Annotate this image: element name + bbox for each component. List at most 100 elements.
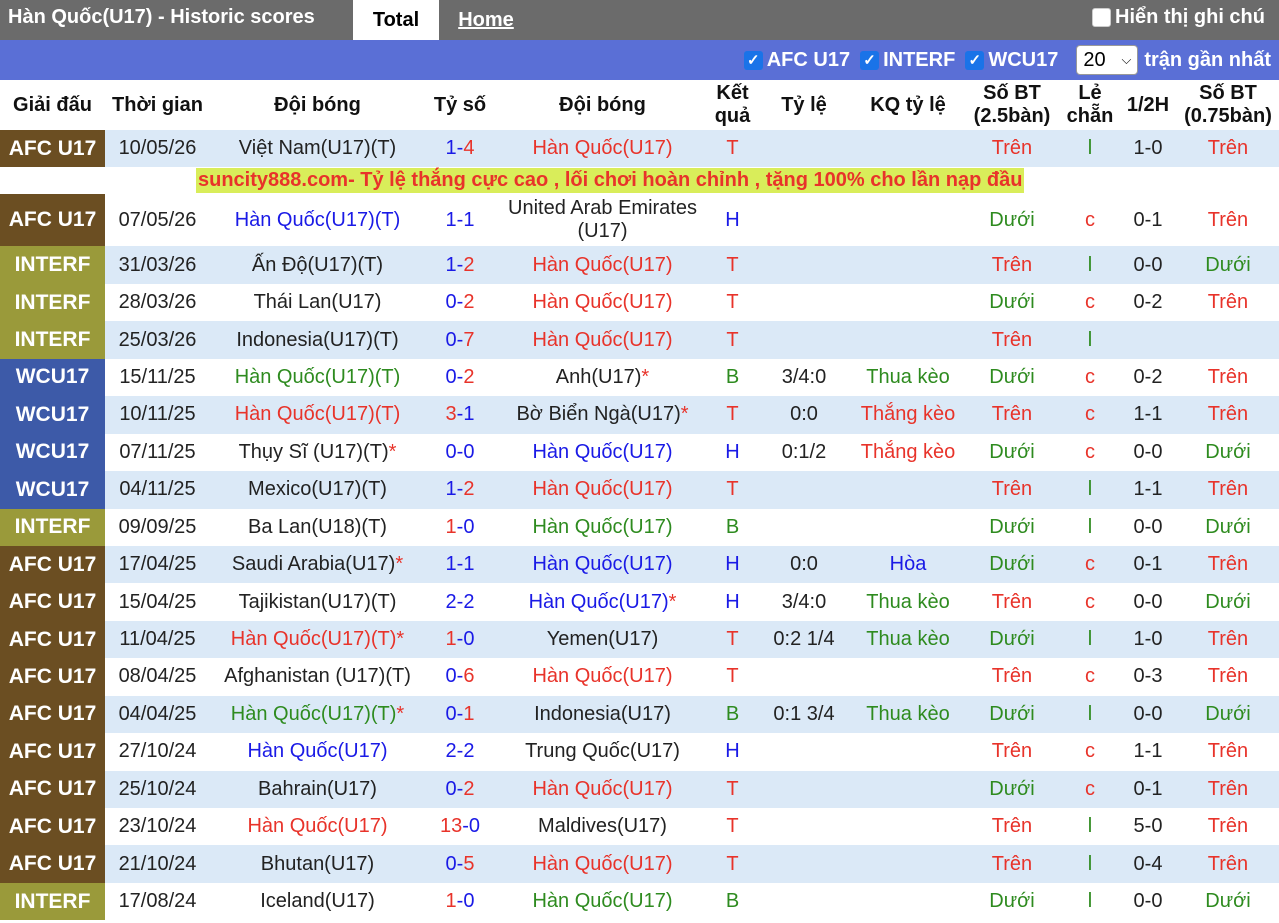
away-team[interactable]: Hàn Quốc(U17) [495,321,710,359]
home-team-name[interactable]: Hàn Quốc(U17)(T) [235,403,401,425]
league-badge[interactable]: WCU17 [0,358,105,397]
filter-afc[interactable]: ✓ AFC U17 [743,49,850,72]
home-team-name[interactable]: Hàn Quốc(U17) [247,740,387,762]
home-team-name[interactable]: Việt Nam(U17)(T) [239,137,396,159]
filter-wcu[interactable]: ✓ WCU17 [965,49,1058,72]
home-team-name[interactable]: Hàn Quốc(U17)(T) [231,628,397,650]
league-badge[interactable]: INTERF [0,882,105,921]
home-team[interactable]: Afghanistan (U17)(T) [210,658,425,696]
match-score[interactable]: 0-2 [425,770,495,808]
match-score[interactable]: 1-0 [425,508,495,546]
home-team[interactable]: Mexico(U17)(T) [210,471,425,509]
home-team-name[interactable]: Afghanistan (U17)(T) [224,665,411,687]
home-team[interactable]: Hàn Quốc(U17)(T) [210,194,425,247]
away-team-name[interactable]: Trung Quốc(U17) [525,740,680,762]
away-team-name[interactable]: Hàn Quốc(U17) [532,665,672,687]
league-badge[interactable]: AFC U17 [0,733,105,771]
away-team-name[interactable]: Hàn Quốc(U17) [532,553,672,575]
away-team-name[interactable]: Hàn Quốc(U17) [532,291,672,313]
away-team[interactable]: Hàn Quốc(U17) [495,770,710,808]
away-team-name[interactable]: Yemen(U17) [547,628,659,650]
tab-total[interactable]: Total [353,0,439,40]
match-score[interactable]: 1-1 [425,545,495,584]
league-badge[interactable]: INTERF [0,508,105,546]
league-badge[interactable]: AFC U17 [0,695,105,734]
match-score[interactable]: 2-2 [425,583,495,621]
match-score[interactable]: 0-2 [425,283,495,322]
league-badge[interactable]: AFC U17 [0,770,105,808]
away-team-name[interactable]: United Arab Emirates (U17) [508,197,697,242]
tab-home[interactable]: Home [439,0,533,40]
away-team-name[interactable]: Hàn Quốc(U17) [532,137,672,159]
home-team-name[interactable]: Bahrain(U17) [258,778,377,800]
away-team[interactable]: Hàn Quốc(U17) [495,658,710,696]
league-badge[interactable]: INTERF [0,321,105,359]
away-team[interactable]: Anh(U17)* [495,358,710,397]
home-team-name[interactable]: Tajikistan(U17)(T) [239,591,397,613]
away-team-name[interactable]: Hàn Quốc(U17) [532,478,672,500]
home-team[interactable]: Thái Lan(U17) [210,283,425,322]
match-score[interactable]: 1-4 [425,130,495,168]
match-score[interactable]: 0-7 [425,321,495,359]
checkbox-checked-icon[interactable]: ✓ [965,50,985,70]
home-team-name[interactable]: Iceland(U17) [260,890,375,912]
home-team[interactable]: Hàn Quốc(U17)(T)* [210,620,425,659]
match-score[interactable]: 1-0 [425,882,495,921]
home-team-name[interactable]: Bhutan(U17) [261,853,374,875]
home-team-name[interactable]: Indonesia(U17)(T) [236,329,398,351]
home-team-name[interactable]: Ba Lan(U18)(T) [248,516,387,538]
league-badge[interactable]: AFC U17 [0,545,105,584]
league-badge[interactable]: AFC U17 [0,130,105,168]
league-badge[interactable]: AFC U17 [0,658,105,696]
away-team[interactable]: Yemen(U17) [495,620,710,659]
home-team-name[interactable]: Thụy Sĩ (U17)(T) [239,441,389,463]
league-badge[interactable]: INTERF [0,283,105,322]
home-team-name[interactable]: Hàn Quốc(U17)(T) [235,366,401,388]
show-note-toggle[interactable]: Hiển thị ghi chú [1092,6,1265,29]
filter-interf[interactable]: ✓ INTERF [860,49,955,72]
away-team-name[interactable]: Hàn Quốc(U17) [529,591,669,613]
show-note-checkbox[interactable] [1092,8,1111,27]
league-badge[interactable]: AFC U17 [0,845,105,883]
league-badge[interactable]: AFC U17 [0,620,105,659]
league-badge[interactable]: WCU17 [0,396,105,434]
home-team-name[interactable]: Hàn Quốc(U17)(T) [235,209,401,231]
match-count-select[interactable]: 20 ⌵ [1076,45,1139,75]
match-score[interactable]: 1-2 [425,246,495,284]
checkbox-checked-icon[interactable]: ✓ [860,50,880,70]
match-score[interactable]: 0-0 [425,433,495,472]
away-team[interactable]: Hàn Quốc(U17) [495,545,710,584]
home-team[interactable]: Thụy Sĩ (U17)(T)* [210,433,425,472]
match-score[interactable]: 3-1 [425,396,495,434]
away-team-name[interactable]: Hàn Quốc(U17) [532,890,672,912]
home-team[interactable]: Hàn Quốc(U17) [210,733,425,771]
away-team[interactable]: Trung Quốc(U17) [495,733,710,771]
home-team[interactable]: Hàn Quốc(U17)(T) [210,358,425,397]
away-team-name[interactable]: Bờ Biển Ngà(U17) [516,403,680,425]
match-score[interactable]: 1-1 [425,194,495,247]
away-team-name[interactable]: Hàn Quốc(U17) [532,853,672,875]
away-team[interactable]: Maldives(U17) [495,808,710,846]
home-team[interactable]: Hàn Quốc(U17)(T)* [210,695,425,734]
away-team[interactable]: Hàn Quốc(U17) [495,845,710,883]
home-team[interactable]: Iceland(U17) [210,882,425,921]
home-team-name[interactable]: Ấn Độ(U17)(T) [252,254,383,276]
league-badge[interactable]: INTERF [0,246,105,284]
home-team[interactable]: Bahrain(U17) [210,770,425,808]
away-team-name[interactable]: Hàn Quốc(U17) [532,329,672,351]
home-team[interactable]: Hàn Quốc(U17)(T) [210,396,425,434]
home-team-name[interactable]: Thái Lan(U17) [254,291,382,313]
away-team[interactable]: Hàn Quốc(U17) [495,283,710,322]
match-score[interactable]: 0-2 [425,358,495,397]
home-team[interactable]: Hàn Quốc(U17) [210,808,425,846]
league-badge[interactable]: WCU17 [0,433,105,472]
league-badge[interactable]: AFC U17 [0,808,105,846]
match-score[interactable]: 1-0 [425,620,495,659]
home-team[interactable]: Tajikistan(U17)(T) [210,583,425,621]
away-team[interactable]: Indonesia(U17) [495,695,710,734]
match-score[interactable]: 2-2 [425,733,495,771]
match-score[interactable]: 1-2 [425,471,495,509]
promo-banner[interactable]: suncity888.com- Tỷ lệ thắng cực cao , lố… [196,168,1025,194]
away-team-name[interactable]: Anh(U17) [556,366,642,388]
away-team-name[interactable]: Indonesia(U17) [534,703,671,725]
